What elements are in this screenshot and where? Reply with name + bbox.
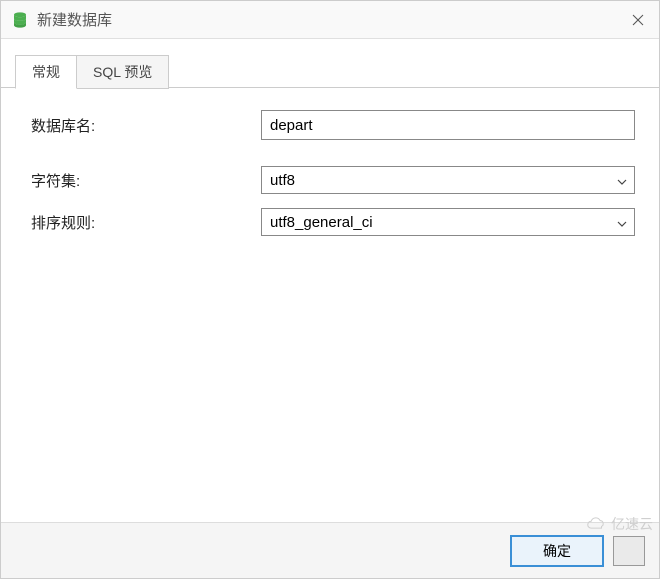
dbname-label: 数据库名: — [31, 115, 261, 136]
close-icon — [632, 14, 644, 26]
dbname-input[interactable] — [261, 110, 635, 140]
close-button[interactable] — [617, 1, 659, 39]
tab-content-general: 数据库名: 字符集: 排序规则: — [1, 88, 659, 522]
collation-combobox[interactable] — [261, 208, 635, 236]
secondary-button[interactable] — [613, 536, 645, 566]
window-title: 新建数据库 — [37, 9, 617, 30]
dialog-window: 新建数据库 常规 SQL 预览 数据库名: 字符集: — [0, 0, 660, 579]
dialog-footer: 确定 — [1, 522, 659, 578]
field-row-collation: 排序规则: — [31, 208, 635, 236]
ok-button[interactable]: 确定 — [511, 536, 603, 566]
charset-label: 字符集: — [31, 170, 261, 191]
field-row-dbname: 数据库名: — [31, 110, 635, 140]
collation-label: 排序规则: — [31, 212, 261, 233]
charset-combobox[interactable] — [261, 166, 635, 194]
tab-sql-preview[interactable]: SQL 预览 — [77, 55, 169, 89]
titlebar: 新建数据库 — [1, 1, 659, 39]
tabbar: 常规 SQL 预览 — [1, 39, 659, 88]
tab-general[interactable]: 常规 — [15, 55, 77, 89]
database-icon — [11, 11, 29, 29]
field-row-charset: 字符集: — [31, 166, 635, 194]
